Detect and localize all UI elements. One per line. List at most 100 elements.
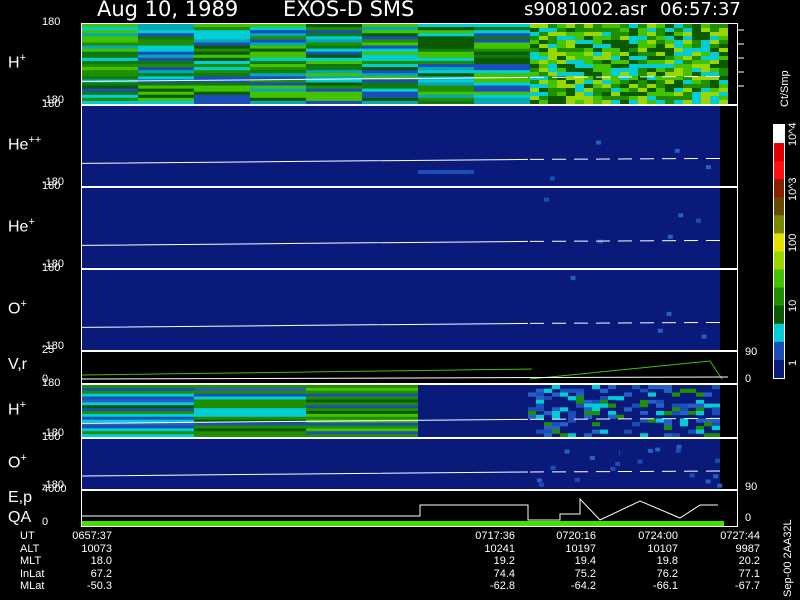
heat-cell <box>602 28 611 33</box>
heat-cell <box>362 97 418 102</box>
heat-cell <box>692 32 701 37</box>
heat-cell <box>624 392 632 397</box>
heat-cell <box>530 32 539 37</box>
label-sup: + <box>20 452 27 464</box>
heat-cell <box>362 88 418 93</box>
heat-cell <box>674 48 683 53</box>
heat-cell <box>557 64 566 69</box>
heat-cell <box>548 88 557 93</box>
heat-cell <box>194 27 250 31</box>
panel-o_plus_2 <box>81 438 738 490</box>
heat-cell <box>474 82 530 87</box>
heat-cell <box>692 48 701 53</box>
heat-cell <box>566 48 575 53</box>
heat-cell <box>620 44 629 49</box>
heat-cell <box>719 96 728 101</box>
heat-cell <box>194 48 250 53</box>
heat-cell <box>575 100 584 105</box>
heat-cell <box>675 448 681 453</box>
heat-cell <box>620 68 629 73</box>
heat-cell <box>620 40 629 45</box>
heat-cell <box>710 80 719 85</box>
heat-cell <box>194 30 250 34</box>
heat-cell <box>551 451 557 456</box>
ephem-label: MLat <box>20 580 45 592</box>
heat-cell <box>418 54 474 59</box>
heat-cell <box>602 52 611 57</box>
heat-cell <box>82 425 194 429</box>
heat-cell <box>575 44 584 49</box>
label-base: H <box>8 54 20 72</box>
heat-cell <box>719 52 728 57</box>
heat-cell <box>676 444 682 449</box>
heat-cell <box>474 39 530 43</box>
ytick-top: 180 <box>42 262 61 274</box>
heat-cell <box>592 422 600 427</box>
header-date: Aug 10, 1989 <box>97 0 239 21</box>
heat-cell <box>418 94 474 99</box>
heat-cell <box>418 82 474 87</box>
heat-cell <box>620 60 629 65</box>
heat-cell <box>680 422 688 427</box>
heat-cell <box>539 100 548 105</box>
heat-cell <box>696 425 704 431</box>
heat-cell <box>528 414 536 419</box>
heat-cell <box>194 51 250 56</box>
heat-cell <box>712 425 720 431</box>
heat-cell <box>194 73 250 77</box>
heat-cell <box>584 36 593 41</box>
heat-cell <box>593 88 602 93</box>
heat-cell <box>611 92 620 97</box>
heat-cell <box>683 88 692 93</box>
heat-cell <box>674 100 683 105</box>
heat-cell <box>592 385 600 390</box>
heat-cell <box>250 36 306 40</box>
heat-cell <box>704 392 712 397</box>
heat-cell <box>306 100 362 105</box>
heat-cell <box>250 88 306 93</box>
heat-cell <box>638 88 647 93</box>
heat-cell <box>710 64 719 69</box>
heat-cell <box>82 64 138 68</box>
heat-cell <box>557 96 566 101</box>
heat-cell <box>629 96 638 101</box>
heat-cell <box>418 27 474 31</box>
heat-cell <box>647 36 656 41</box>
colorbar-swatch <box>774 359 784 379</box>
heat-cell <box>194 33 250 37</box>
heat-cell <box>629 80 638 85</box>
heat-cell <box>611 80 620 85</box>
panel-h_plus_1 <box>81 23 738 105</box>
heat-cell <box>539 44 548 49</box>
heat-cell <box>474 45 530 50</box>
heat-cell <box>607 454 613 459</box>
heat-cell <box>568 396 576 401</box>
heat-cell <box>418 91 474 96</box>
heat-cell <box>544 396 552 401</box>
heat-cell <box>474 42 530 47</box>
heat-cell <box>568 385 576 390</box>
heat-cell <box>539 32 548 37</box>
heat-cell <box>688 399 696 405</box>
heat-cell <box>665 48 674 53</box>
heat-cell <box>250 42 306 47</box>
heat-cell <box>566 84 575 89</box>
heat-cell <box>638 80 647 85</box>
heat-cell <box>629 24 638 29</box>
heat-cell <box>593 40 602 45</box>
heat-cell <box>674 92 683 97</box>
heat-cell <box>82 393 194 398</box>
heat-cell <box>638 28 647 33</box>
heat-cell <box>82 76 138 80</box>
ephem-label: UT <box>20 530 35 542</box>
heat-cell <box>548 92 557 97</box>
heat-cell <box>674 68 683 73</box>
heat-cell <box>557 72 566 77</box>
heat-cell <box>602 44 611 49</box>
heat-cell <box>82 48 138 53</box>
heat-cell <box>710 44 719 49</box>
heat-cell <box>306 24 362 28</box>
heat-cell <box>557 80 566 85</box>
heat-cell <box>82 88 138 93</box>
heat-cell <box>710 72 719 77</box>
